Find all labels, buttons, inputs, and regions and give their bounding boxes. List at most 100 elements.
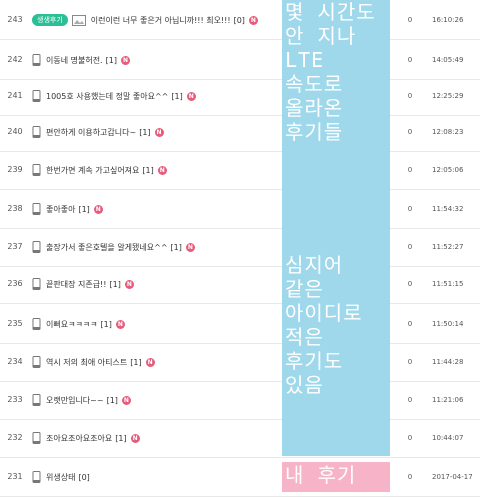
post-title-cell[interactable]: 생생후기 이런이런 너무 좋은거 아닙니까!!! 최오!!! [0] N (32, 0, 258, 40)
post-title-link[interactable]: 편안하게 이용하고갑니다~ (46, 127, 136, 138)
new-badge: N (145, 357, 155, 367)
mobile-icon (32, 432, 41, 444)
new-badge: N (93, 204, 103, 214)
post-number: 239 (7, 165, 23, 174)
new-badge: N (124, 279, 134, 289)
post-title-cell[interactable]: 이동네 명불허전. [1] N (32, 40, 130, 80)
table-row[interactable]: 233 오랫만입니다~~ [1] N 0 11:21:06 (0, 380, 480, 420)
reply-count: [1] (142, 165, 154, 175)
reply-count: [1] (170, 242, 182, 252)
post-title-cell[interactable]: 1005호 사용했는데 정말 좋아요^^ [1] N (32, 76, 196, 116)
view-count: 0 (407, 92, 413, 100)
mobile-icon (32, 126, 41, 138)
post-number: 243 (7, 15, 23, 24)
post-time: 16:10:26 (432, 16, 464, 24)
review-tag-badge: 생생후기 (32, 14, 68, 26)
post-number: 242 (7, 55, 23, 64)
reply-count: [0] (78, 472, 90, 482)
post-title-cell[interactable]: 끝판대장 지존급!! [1] N (32, 264, 134, 304)
image-attachment-icon (71, 14, 86, 26)
mobile-icon (32, 318, 41, 330)
view-count: 0 (407, 320, 413, 328)
table-row[interactable]: 243 생생후기 이런이런 너무 좋은거 아닙니까!!! 최오!!! [0] N… (0, 0, 480, 40)
post-number: 233 (7, 395, 23, 404)
reply-count: [1] (100, 319, 112, 329)
post-title-link[interactable]: 위생상태 (46, 472, 75, 483)
mobile-icon (32, 164, 41, 176)
post-title-link[interactable]: 이뻐요ㅋㅋㅋㅋ (46, 319, 98, 330)
post-time: 10:44:07 (432, 434, 464, 442)
table-row[interactable]: 236 끝판대장 지존급!! [1] N 0 11:51:15 (0, 264, 480, 304)
reply-count: [1] (106, 395, 118, 405)
post-number: 236 (7, 279, 23, 288)
post-title-link[interactable]: 이런이런 너무 좋은거 아닙니까!!! 최오!!! (91, 15, 231, 26)
view-count: 0 (407, 205, 413, 213)
post-title-cell[interactable]: 좋아좋아 [1] N (32, 189, 103, 229)
view-count: 0 (407, 280, 413, 288)
annotation-note-fast-reviews: 몇 시간도 안 지나 LTE 속도로 올라온 후기들 (285, 0, 376, 144)
post-number: 238 (7, 204, 23, 213)
new-badge: N (154, 127, 164, 137)
reply-count: [1] (171, 91, 183, 101)
table-row[interactable]: 238 좋아좋아 [1] N 0 11:54:32 (0, 189, 480, 229)
post-title-cell[interactable]: 오랫만입니다~~ [1] N (32, 380, 131, 420)
mobile-icon (32, 471, 41, 483)
view-count: 0 (407, 434, 413, 442)
annotation-note-same-id: 심지어 같은 아이디로 적은 후기도 있음 (285, 253, 363, 397)
post-number: 237 (7, 242, 23, 251)
table-row[interactable]: 240 편안하게 이용하고갑니다~ [1] N 0 12:08:23 (0, 112, 480, 152)
table-row[interactable]: 232 조아요조아요조아요 [1] N 0 10:44:07 (0, 418, 480, 458)
post-title-cell[interactable]: 편안하게 이용하고갑니다~ [1] N (32, 112, 164, 152)
post-title-cell[interactable]: 이뻐요ㅋㅋㅋㅋ [1] N (32, 304, 125, 344)
post-time: 11:50:14 (432, 320, 464, 328)
new-badge: N (121, 395, 131, 405)
mobile-icon (32, 278, 41, 290)
new-badge: N (185, 242, 195, 252)
post-number: 241 (7, 91, 23, 100)
view-count: 0 (407, 473, 413, 481)
new-badge: N (130, 433, 140, 443)
post-number: 235 (7, 319, 23, 328)
post-title-link[interactable]: 1005호 사용했는데 정말 좋아요^^ (46, 91, 168, 102)
new-badge: N (157, 165, 167, 175)
view-count: 0 (407, 128, 413, 136)
mobile-icon (32, 54, 41, 66)
post-title-link[interactable]: 역시 저의 최애 아티스트 (46, 357, 127, 368)
table-row[interactable]: 234 역시 저의 최애 아티스트 [1] N 0 11:44:28 (0, 342, 480, 382)
post-time: 11:21:06 (432, 396, 464, 404)
table-row[interactable]: 241 1005호 사용했는데 정말 좋아요^^ [1] N 0 12:25:2… (0, 76, 480, 116)
table-row[interactable]: 231 위생상태 [0] 0 2017-04-17 (0, 457, 480, 497)
post-title-link[interactable]: 조아요조아요조아요 (46, 433, 112, 444)
table-row[interactable]: 237 출장가서 좋은호텔을 알게됐네요^^ [1] N 0 11:52:27 (0, 227, 480, 267)
annotation-note-my-review: 내 후기 (285, 463, 357, 487)
table-row[interactable]: 239 한번가면 계속 가고싶어져요 [1] N 0 12:05:06 (0, 150, 480, 190)
post-title-link[interactable]: 출장가서 좋은호텔을 알게됐네요^^ (46, 242, 168, 253)
post-title-cell[interactable]: 조아요조아요조아요 [1] N (32, 418, 140, 458)
new-badge: N (115, 319, 125, 329)
post-title-link[interactable]: 좋아좋아 (46, 204, 75, 215)
mobile-icon (32, 241, 41, 253)
new-badge: N (248, 15, 258, 25)
post-time: 11:51:15 (432, 280, 464, 288)
post-title-cell[interactable]: 역시 저의 최애 아티스트 [1] N (32, 342, 155, 382)
post-time: 14:05:49 (432, 56, 464, 64)
post-title-link[interactable]: 이동네 명불허전. (46, 55, 103, 66)
table-row[interactable]: 242 이동네 명불허전. [1] N 0 14:05:49 (0, 40, 480, 80)
post-number: 234 (7, 357, 23, 366)
post-title-link[interactable]: 오랫만입니다~~ (46, 395, 104, 406)
post-title-link[interactable]: 끝판대장 지존급!! (46, 279, 106, 290)
post-title-cell[interactable]: 출장가서 좋은호텔을 알게됐네요^^ [1] N (32, 227, 195, 267)
view-count: 0 (407, 166, 413, 174)
new-badge: N (120, 55, 130, 65)
mobile-icon (32, 203, 41, 215)
post-title-cell[interactable]: 한번가면 계속 가고싶어져요 [1] N (32, 150, 167, 190)
reply-count: [1] (105, 55, 117, 65)
new-badge: N (186, 91, 196, 101)
post-title-cell[interactable]: 위생상태 [0] (32, 457, 90, 497)
table-row[interactable]: 235 이뻐요ㅋㅋㅋㅋ [1] N 0 11:50:14 (0, 304, 480, 344)
post-number: 232 (7, 433, 23, 442)
post-title-link[interactable]: 한번가면 계속 가고싶어져요 (46, 165, 139, 176)
view-count: 0 (407, 396, 413, 404)
post-number: 231 (7, 472, 23, 481)
mobile-icon (32, 356, 41, 368)
